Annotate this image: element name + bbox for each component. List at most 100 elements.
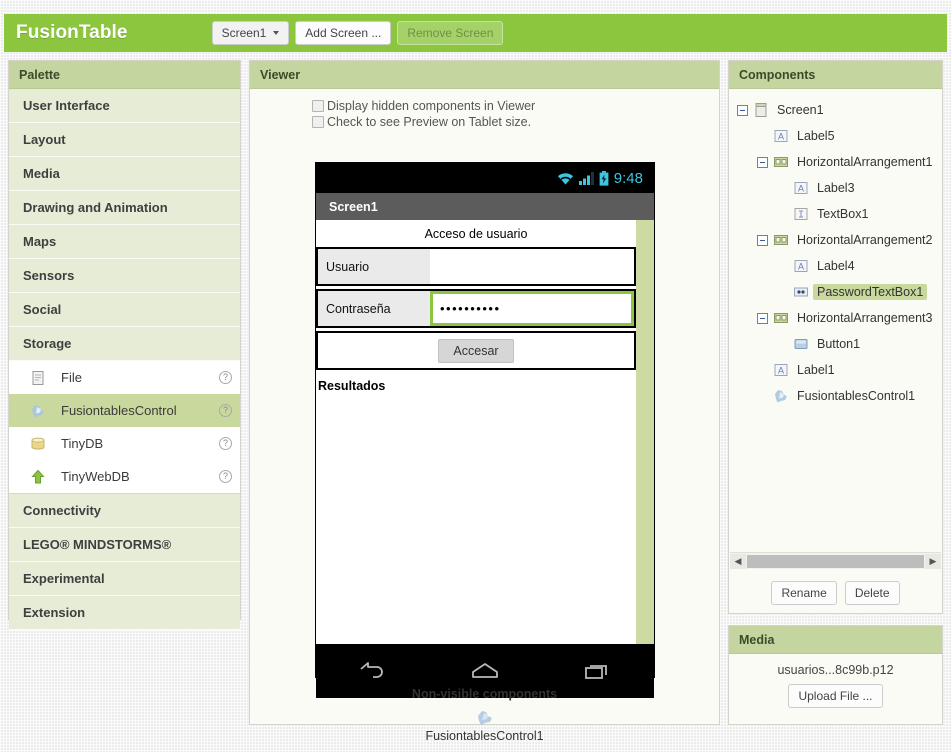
svg-text:A: A xyxy=(778,366,784,376)
tree-node-fusiontablescontrol1[interactable]: FusiontablesControl1 xyxy=(729,383,942,409)
home-icon[interactable] xyxy=(469,661,501,681)
collapse-expander-icon[interactable] xyxy=(737,104,748,116)
screen-icon xyxy=(753,102,769,118)
status-bar-clock: 9:48 xyxy=(613,169,643,187)
scroll-right-icon[interactable]: ▶ xyxy=(925,553,941,569)
component-tree: Screen1 A Label5 HorizontalArrangement1 A Lab… xyxy=(729,89,942,579)
tree-node-horizontalarrangement3[interactable]: HorizontalArrangement3 xyxy=(729,305,942,331)
usuario-textbox[interactable] xyxy=(430,249,634,284)
non-visible-component-label: FusiontablesControl1 xyxy=(425,729,544,743)
svg-text:A: A xyxy=(798,262,804,272)
palette-item-tinywebdb[interactable]: TinyWebDB? xyxy=(9,460,240,493)
fusiontables-icon xyxy=(27,403,49,419)
media-file-name[interactable]: usuarios...8c99b.p12 xyxy=(729,654,942,684)
password-textbox[interactable]: •••••••••• xyxy=(430,291,634,326)
palette-item-file[interactable]: File? xyxy=(9,361,240,394)
tree-node-label3[interactable]: A Label3 xyxy=(729,175,942,201)
tree-node-label: PasswordTextBox1 xyxy=(813,284,928,300)
help-icon[interactable]: ? xyxy=(219,371,232,384)
help-icon[interactable]: ? xyxy=(219,437,232,450)
tree-node-label1[interactable]: A Label1 xyxy=(729,357,942,383)
tablet-preview-checkbox[interactable] xyxy=(312,116,324,128)
accesar-button[interactable]: Accesar xyxy=(438,338,514,363)
tree-node-label: FusiontablesControl1 xyxy=(797,389,916,403)
viewer-body: Display hidden components in Viewer Chec… xyxy=(250,89,719,752)
component-tree-scrollbar[interactable]: ◀ ▶ xyxy=(730,552,941,569)
tree-node-passwordtextbox1[interactable]: PasswordTextBox1 xyxy=(729,279,942,305)
palette-item-fusiontablescontrol[interactable]: FusiontablesControl? xyxy=(9,394,240,427)
remove-screen-button: Remove Screen xyxy=(397,21,504,45)
palette-section-connectivity[interactable]: Connectivity xyxy=(9,494,240,528)
fusiontables-icon xyxy=(250,709,719,727)
upload-file-button[interactable]: Upload File ... xyxy=(788,684,883,708)
scroll-left-icon[interactable]: ◀ xyxy=(730,553,746,569)
screen-right-strip xyxy=(636,220,654,644)
delete-button[interactable]: Delete xyxy=(844,581,900,605)
palette-section-sensors[interactable]: Sensors xyxy=(9,259,240,293)
tree-node-label4[interactable]: A Label4 xyxy=(729,253,942,279)
viewer-panel: Viewer Display hidden components in View… xyxy=(249,60,720,743)
tree-node-label: HorizontalArrangement1 xyxy=(797,155,933,169)
palette-section-lego-mindstorms[interactable]: LEGO® MINDSTORMS® xyxy=(9,528,240,562)
palette-section-drawing-and-animation[interactable]: Drawing and Animation xyxy=(9,191,240,225)
palette-item-tinydb[interactable]: TinyDB? xyxy=(9,427,240,460)
media-title: Media xyxy=(729,626,942,654)
palette-section-user-interface[interactable]: User Interface xyxy=(9,89,240,123)
tree-node-label: TextBox1 xyxy=(817,207,869,221)
palette-panel: Palette User Interface Layout Media Drawing… xyxy=(8,60,241,630)
tablet-preview-row[interactable]: Check to see Preview on Tablet size. xyxy=(312,115,719,129)
palette-title: Palette xyxy=(9,61,240,89)
tree-node-label: Label1 xyxy=(797,363,835,377)
palette-section-media[interactable]: Media xyxy=(9,157,240,191)
database-icon xyxy=(27,436,49,452)
display-hidden-components-checkbox[interactable] xyxy=(312,100,324,112)
chevron-down-icon xyxy=(273,31,280,35)
label-icon: A xyxy=(773,128,789,144)
phone-screen-canvas: Acceso de usuario Usuario Contraseña •••… xyxy=(316,220,654,644)
component-action-buttons: Rename Delete xyxy=(729,581,942,605)
palette-section-layout[interactable]: Layout xyxy=(9,123,240,157)
non-visible-components-title: Non-visible components xyxy=(411,687,558,701)
back-icon[interactable] xyxy=(357,661,387,681)
palette-section-storage[interactable]: Storage xyxy=(9,327,240,361)
help-icon[interactable]: ? xyxy=(219,470,232,483)
phone-preview: 9:48 Screen1 Acceso de usuario Usuario C… xyxy=(315,162,655,698)
contrasena-label: Contraseña xyxy=(318,291,430,326)
palette-storage-items: File? FusiontablesControl? TinyDB? TinyWebD… xyxy=(9,361,240,494)
button-icon xyxy=(793,336,809,352)
horizontal-arrangement-2[interactable]: Contraseña •••••••••• xyxy=(316,289,636,328)
palette-section-experimental[interactable]: Experimental xyxy=(9,562,240,596)
harrangement-icon xyxy=(773,232,789,248)
harrangement-icon xyxy=(773,154,789,170)
tree-node-horizontalarrangement2[interactable]: HorizontalArrangement2 xyxy=(729,227,942,253)
tree-node-label: Label4 xyxy=(817,259,855,273)
media-upload-row: Upload File ... xyxy=(729,684,942,708)
tree-node-label5[interactable]: A Label5 xyxy=(729,123,942,149)
display-hidden-components-row[interactable]: Display hidden components in Viewer xyxy=(312,99,719,113)
recents-icon[interactable] xyxy=(583,661,613,681)
screen-selector-dropdown[interactable]: Screen1 xyxy=(211,21,290,45)
tree-node-textbox1[interactable]: TextBox1 xyxy=(729,201,942,227)
label-icon: A xyxy=(793,258,809,274)
horizontal-arrangement-3[interactable]: Accesar xyxy=(316,331,636,370)
tree-node-horizontalarrangement1[interactable]: HorizontalArrangement1 xyxy=(729,149,942,175)
palette-item-label: File xyxy=(61,370,82,385)
harrangement-icon xyxy=(773,310,789,326)
collapse-expander-icon[interactable] xyxy=(757,234,768,246)
tree-node-screen1[interactable]: Screen1 xyxy=(729,97,942,123)
collapse-expander-icon[interactable] xyxy=(757,312,768,324)
collapse-expander-icon[interactable] xyxy=(757,156,768,168)
rename-button[interactable]: Rename xyxy=(771,581,837,605)
scrollbar-thumb[interactable] xyxy=(747,554,924,568)
file-icon xyxy=(27,370,49,386)
help-icon[interactable]: ? xyxy=(219,404,232,417)
palette-section-maps[interactable]: Maps xyxy=(9,225,240,259)
tree-node-button1[interactable]: Button1 xyxy=(729,331,942,357)
palette-section-extension[interactable]: Extension xyxy=(9,596,240,630)
usuario-label: Usuario xyxy=(318,249,430,284)
horizontal-arrangement-1[interactable]: Usuario xyxy=(316,247,636,286)
add-screen-button[interactable]: Add Screen ... xyxy=(295,21,392,45)
tree-node-label: HorizontalArrangement3 xyxy=(797,311,933,325)
screen-controls: Screen1 Add Screen ... Remove Screen xyxy=(211,21,504,45)
palette-section-social[interactable]: Social xyxy=(9,293,240,327)
